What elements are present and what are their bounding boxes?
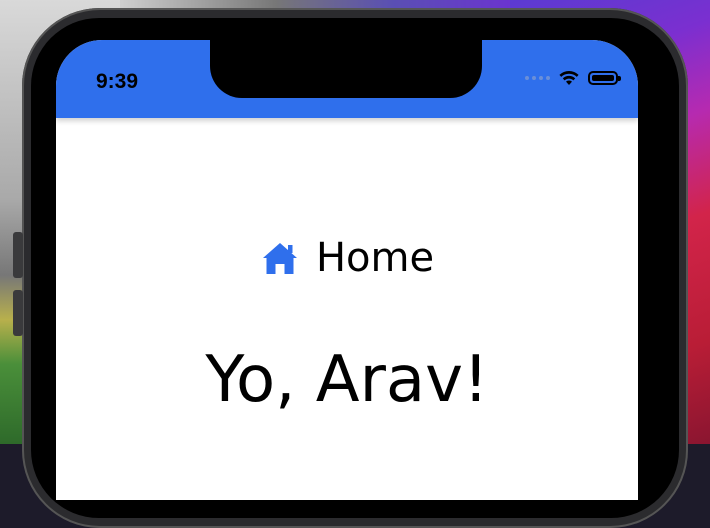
status-time: 9:39 xyxy=(96,70,139,93)
wifi-icon xyxy=(559,71,579,85)
app-screen: 9:39 Home Yo, Arav! xyxy=(56,40,638,500)
device-notch xyxy=(210,40,482,98)
nav-home[interactable]: Home xyxy=(56,238,638,278)
nav-home-label: Home xyxy=(315,235,435,281)
app-header: 9:39 xyxy=(56,40,638,118)
home-icon xyxy=(262,243,297,274)
volume-down-button xyxy=(13,290,23,336)
volume-up-button xyxy=(13,232,23,278)
battery-icon xyxy=(588,71,621,85)
status-icons xyxy=(525,70,621,86)
signal-dots-icon xyxy=(525,76,550,80)
greeting-text: Yo, Arav! xyxy=(205,343,489,417)
